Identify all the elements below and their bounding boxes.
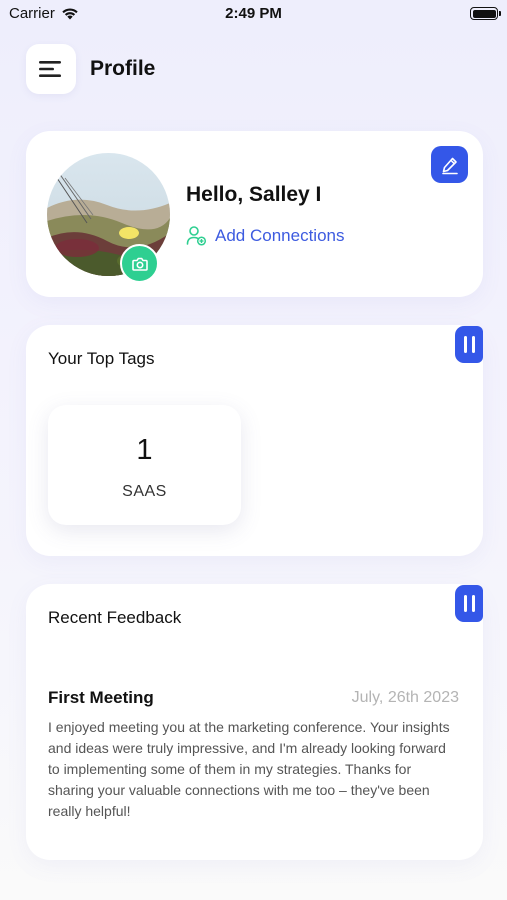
greeting: Hello, Salley I bbox=[186, 183, 322, 206]
top-tags-card: Your Top Tags 1 SAAS bbox=[26, 325, 483, 556]
edit-profile-button[interactable] bbox=[431, 146, 468, 183]
recent-feedback-card: Recent Feedback First Meeting July, 26th… bbox=[26, 584, 483, 860]
add-connections-label: Add Connections bbox=[215, 225, 345, 245]
camera-button[interactable] bbox=[120, 244, 159, 283]
tag-card[interactable]: 1 SAAS bbox=[48, 405, 241, 525]
tag-count: 1 bbox=[136, 434, 153, 466]
pause-icon bbox=[463, 336, 467, 353]
status-bar: Carrier 2:49 PM bbox=[0, 0, 507, 30]
top-tags-pause-button[interactable] bbox=[455, 326, 483, 363]
recent-feedback-title: Recent Feedback bbox=[48, 608, 182, 627]
camera-icon bbox=[131, 257, 148, 271]
feedback-pause-button[interactable] bbox=[455, 585, 483, 622]
profile-card: Hello, Salley I Add Connections bbox=[26, 131, 483, 297]
pause-icon bbox=[463, 595, 467, 612]
top-tags-title: Your Top Tags bbox=[48, 349, 155, 368]
status-time: 2:49 PM bbox=[225, 5, 282, 22]
menu-button[interactable] bbox=[26, 44, 76, 94]
hamburger-menu-icon bbox=[39, 61, 61, 77]
add-connections-link[interactable]: Add Connections bbox=[186, 225, 344, 246]
pencil-edit-icon bbox=[441, 157, 458, 174]
feedback-item-body: I enjoyed meeting you at the marketing c… bbox=[48, 719, 450, 819]
pause-icon-bar bbox=[471, 595, 475, 612]
pause-icon-bar bbox=[471, 336, 475, 353]
feedback-item-date: July, 26th 2023 bbox=[351, 689, 459, 706]
page-title: Profile bbox=[90, 57, 156, 80]
feedback-item-title: First Meeting bbox=[48, 688, 154, 707]
tag-name: SAAS bbox=[122, 483, 167, 500]
battery-icon bbox=[470, 7, 501, 20]
add-user-icon bbox=[186, 226, 207, 246]
